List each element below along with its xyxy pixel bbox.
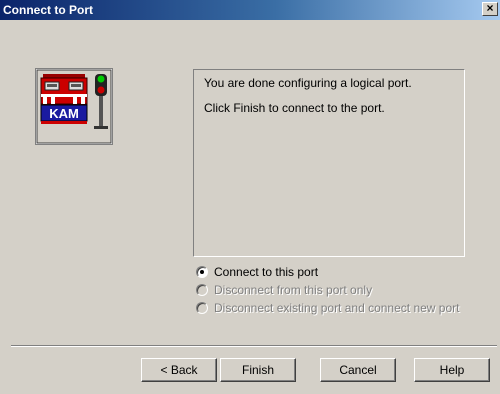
radio-label: Disconnect existing port and connect new… — [214, 301, 460, 315]
radio-label: Connect to this port — [214, 265, 319, 279]
finish-button[interactable]: Finish — [220, 358, 296, 382]
radio-disconnect-and-connect-new[interactable]: Disconnect existing port and connect new… — [196, 300, 459, 316]
back-button[interactable]: < Back — [141, 358, 217, 382]
radio-button[interactable] — [196, 284, 208, 296]
separator — [11, 345, 497, 347]
connect-to-port-dialog: Connect to Port × KAM You are done confi… — [0, 0, 500, 394]
radio-button[interactable] — [196, 266, 208, 278]
title-bar[interactable]: Connect to Port × — [0, 0, 500, 20]
close-icon: × — [486, 1, 494, 15]
info-line-1: You are done configuring a logical port. — [204, 76, 412, 90]
close-button[interactable]: × — [482, 2, 498, 16]
cancel-button[interactable]: Cancel — [320, 358, 396, 382]
window-title: Connect to Port — [3, 3, 93, 17]
radio-disconnect-this-port[interactable]: Disconnect from this port only — [196, 282, 372, 298]
radio-button[interactable] — [196, 302, 208, 314]
info-panel: You are done configuring a logical port.… — [193, 69, 465, 257]
help-button[interactable]: Help — [414, 358, 490, 382]
info-line-2: Click Finish to connect to the port. — [204, 101, 385, 115]
radio-label: Disconnect from this port only — [214, 283, 373, 297]
logo-text: KAM — [49, 106, 79, 121]
kam-locomotive-signal-icon: KAM — [35, 68, 113, 145]
radio-connect-this-port[interactable]: Connect to this port — [196, 264, 318, 280]
